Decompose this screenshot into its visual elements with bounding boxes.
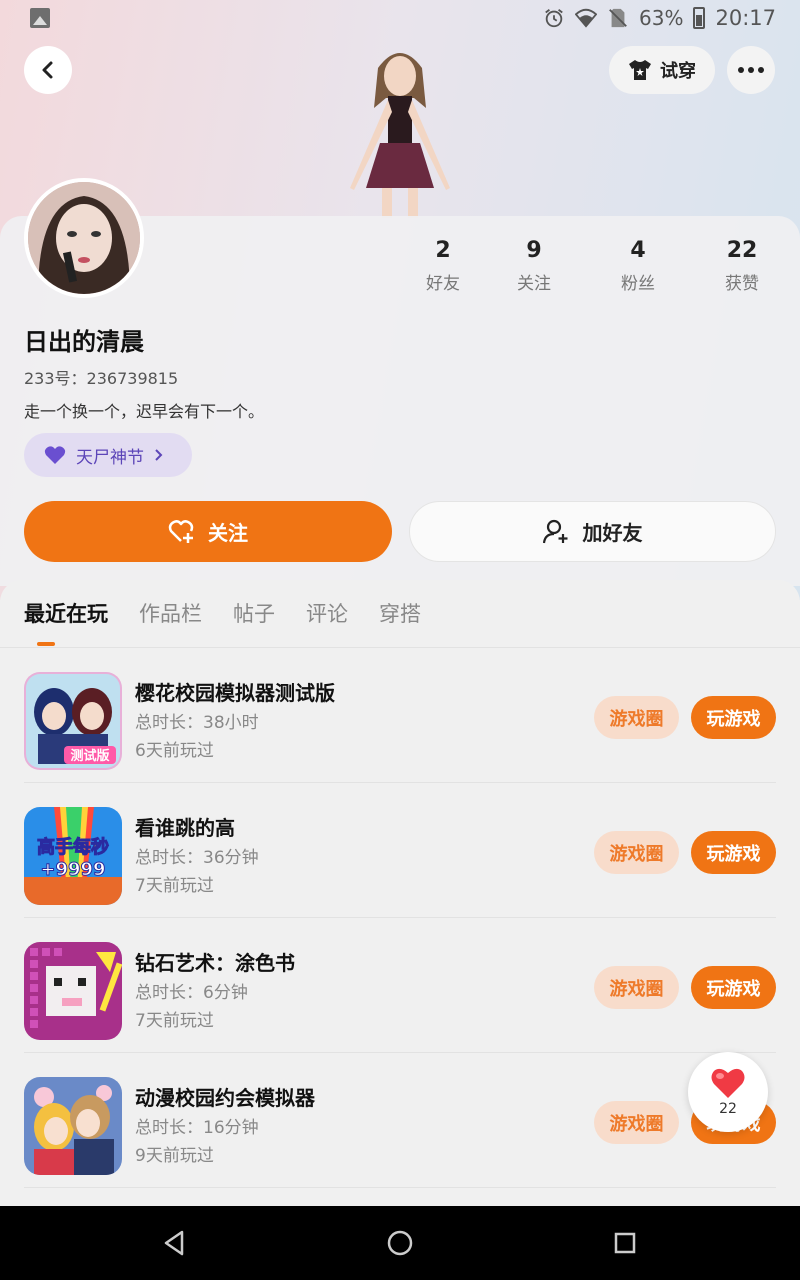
more-button[interactable] bbox=[727, 46, 775, 94]
user-id: 233号：236739815 bbox=[24, 369, 179, 388]
clock: 20:17 bbox=[715, 6, 776, 30]
status-bar: 63% 20:17 bbox=[0, 0, 800, 40]
battery-percent: 63% bbox=[639, 6, 684, 30]
follow-button[interactable]: 关注 bbox=[24, 501, 392, 562]
shirt-icon bbox=[629, 60, 651, 80]
tab-comments[interactable]: 评论 bbox=[306, 598, 348, 628]
game-last-played: 7天前玩过 bbox=[135, 876, 214, 896]
play-game-button[interactable]: 玩游戏 bbox=[691, 831, 776, 874]
add-friend-label: 加好友 bbox=[582, 521, 643, 545]
game-list-item[interactable]: 高手每秒 +9999 看谁跳的高 总时长：36分钟 7天前玩过 游戏圈 玩游戏 bbox=[0, 783, 800, 918]
battery-icon bbox=[693, 7, 706, 29]
game-circle-button[interactable]: 游戏圈 bbox=[594, 831, 679, 874]
game-total-time: 总时长：6分钟 bbox=[135, 983, 248, 1003]
bio: 走一个换一个，迟早会有下一个。 bbox=[24, 402, 265, 421]
add-user-icon bbox=[542, 519, 567, 543]
game-title: 樱花校园模拟器测试版 bbox=[135, 681, 335, 705]
tab-outfits[interactable]: 穿搭 bbox=[379, 598, 421, 628]
heart-plus-icon bbox=[168, 519, 194, 543]
tab-posts[interactable]: 帖子 bbox=[233, 598, 275, 628]
game-last-played: 6天前玩过 bbox=[135, 741, 214, 761]
avatar-3d-figure bbox=[330, 38, 470, 218]
game-title: 看谁跳的高 bbox=[135, 816, 235, 840]
game-icon-diamond[interactable] bbox=[24, 942, 122, 1040]
more-dots-icon bbox=[738, 67, 764, 73]
stat-likes-label: 获赞 bbox=[725, 274, 759, 294]
game-list-item[interactable]: 钻石艺术：涂色书 总时长：6分钟 7天前玩过 游戏圈 玩游戏 bbox=[0, 918, 800, 1053]
game-total-time: 总时长：38小时 bbox=[135, 713, 259, 733]
game-title: 钻石艺术：涂色书 bbox=[135, 951, 295, 975]
game-total-time: 总时长：36分钟 bbox=[135, 848, 259, 868]
game-icon-text: 测试版 bbox=[70, 748, 109, 764]
divider bbox=[24, 1187, 776, 1188]
stat-friends[interactable]: 2 好友 bbox=[398, 238, 488, 294]
play-game-button[interactable]: 玩游戏 bbox=[691, 696, 776, 739]
title-badge[interactable]: 天尸神节 bbox=[24, 433, 192, 477]
try-on-button[interactable]: 试穿 bbox=[609, 46, 715, 94]
game-icon-jump[interactable]: 高手每秒 +9999 bbox=[24, 807, 122, 905]
nav-recents-icon[interactable] bbox=[610, 1228, 640, 1258]
stat-likes-count: 22 bbox=[726, 238, 758, 263]
stat-friends-label: 好友 bbox=[426, 274, 460, 294]
game-circle-button[interactable]: 游戏圈 bbox=[594, 966, 679, 1009]
wifi-icon bbox=[575, 8, 598, 28]
game-last-played: 7天前玩过 bbox=[135, 1011, 214, 1031]
nav-home-icon[interactable] bbox=[385, 1228, 415, 1258]
gallery-icon bbox=[30, 8, 50, 28]
stat-following-label: 关注 bbox=[517, 274, 551, 294]
game-icon-sakura[interactable]: 测试版 bbox=[24, 672, 122, 770]
follow-label: 关注 bbox=[208, 521, 248, 545]
alarm-icon bbox=[545, 9, 563, 28]
stat-friends-count: 2 bbox=[435, 238, 451, 263]
like-floating-button[interactable]: 22 bbox=[688, 1052, 768, 1132]
stat-following-count: 9 bbox=[526, 238, 542, 263]
profile-stats: 2 好友 9 关注 4 粉丝 22 获赞 bbox=[0, 238, 800, 298]
content-area: 最近在玩 作品栏 帖子 评论 穿搭 测试版 樱花校园模拟器测试版 总时长：38小… bbox=[0, 580, 800, 1206]
stat-fans[interactable]: 4 粉丝 bbox=[593, 238, 683, 294]
tab-works[interactable]: 作品栏 bbox=[139, 598, 202, 628]
nickname: 日出的清晨 bbox=[24, 328, 144, 356]
game-circle-button[interactable]: 游戏圈 bbox=[594, 1101, 679, 1144]
svg-text:高手每秒: 高手每秒 bbox=[37, 836, 109, 858]
tab-recent-played[interactable]: 最近在玩 bbox=[24, 598, 108, 628]
like-count: 22 bbox=[719, 1101, 737, 1117]
active-tab-indicator bbox=[37, 642, 55, 646]
nav-back-icon[interactable] bbox=[160, 1228, 190, 1258]
game-title: 动漫校园约会模拟器 bbox=[135, 1086, 315, 1110]
back-button[interactable] bbox=[24, 46, 72, 94]
game-list-item[interactable]: 动漫校园约会模拟器 总时长：16分钟 9天前玩过 游戏圈 玩游戏 bbox=[0, 1053, 800, 1188]
system-navigation-bar bbox=[0, 1206, 800, 1280]
profile-tabs: 最近在玩 作品栏 帖子 评论 穿搭 bbox=[24, 598, 452, 628]
chevron-left-icon bbox=[42, 61, 53, 79]
heart-icon bbox=[711, 1068, 745, 1098]
game-icon-anime-date[interactable] bbox=[24, 1077, 122, 1175]
add-friend-button[interactable]: 加好友 bbox=[409, 501, 776, 562]
stat-fans-label: 粉丝 bbox=[621, 274, 655, 294]
try-on-label: 试穿 bbox=[660, 61, 696, 82]
stat-following[interactable]: 9 关注 bbox=[489, 238, 579, 294]
game-last-played: 9天前玩过 bbox=[135, 1146, 214, 1166]
game-list-item[interactable]: 测试版 樱花校园模拟器测试版 总时长：38小时 6天前玩过 游戏圈 玩游戏 bbox=[0, 648, 800, 783]
play-game-button[interactable]: 玩游戏 bbox=[691, 966, 776, 1009]
svg-text:+9999: +9999 bbox=[40, 859, 105, 880]
stat-fans-count: 4 bbox=[630, 238, 646, 263]
stat-likes[interactable]: 22 获赞 bbox=[697, 238, 787, 294]
game-total-time: 总时长：16分钟 bbox=[135, 1118, 259, 1138]
game-circle-button[interactable]: 游戏圈 bbox=[594, 696, 679, 739]
heart-badge-icon bbox=[44, 446, 66, 464]
chevron-right-icon bbox=[155, 449, 163, 461]
no-sim-icon bbox=[609, 8, 627, 28]
badge-label: 天尸神节 bbox=[76, 447, 144, 468]
